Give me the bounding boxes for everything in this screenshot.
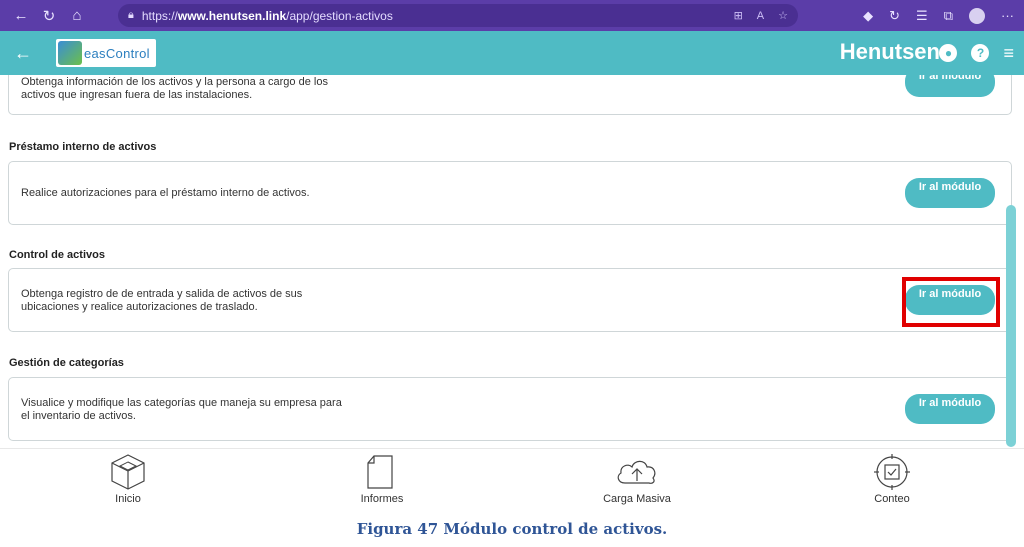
back-icon[interactable]: ←: [10, 5, 32, 27]
browser-actions: ◆ ↻ ☰ ⧉ ···: [863, 4, 1014, 27]
app-header: ← easControl Henutsen ● ? ≡: [0, 31, 1024, 75]
help-icon[interactable]: ?: [971, 44, 990, 62]
tab-carga-masiva[interactable]: Carga Masiva: [577, 453, 697, 505]
address-icons: ⊞ A ☆: [734, 4, 788, 27]
menu-icon[interactable]: ≡: [1003, 43, 1014, 64]
cloud-upload-icon: [617, 460, 656, 484]
more-menu-icon[interactable]: ···: [1001, 8, 1014, 23]
measc-logo: easControl: [56, 39, 156, 67]
section-title-prestamo: Préstamo interno de activos: [9, 141, 157, 153]
profile-avatar[interactable]: [969, 7, 985, 24]
header-icons: ● ? ≡: [939, 31, 1014, 75]
go-to-module-button[interactable]: Ir al módulo: [905, 178, 995, 208]
bottom-tab-bar: Inicio Informes Carga Masiva Conteo: [0, 448, 1024, 512]
tab-label: Conteo: [874, 493, 910, 505]
url-host: www.henutsen.link: [177, 8, 287, 23]
lock-icon: 🔒︎: [128, 9, 134, 21]
app-back-icon[interactable]: ←: [14, 43, 34, 64]
user-icon[interactable]: ●: [939, 44, 958, 62]
highlight-box: [902, 277, 1000, 327]
document-icon: [367, 455, 393, 489]
favorites-icon[interactable]: ☰: [916, 8, 928, 24]
logo-text: easControl: [84, 45, 150, 61]
target-check-icon: [874, 454, 910, 490]
tab-label: Informes: [360, 493, 404, 505]
module-description: Obtenga registro de de entrada y salida …: [21, 288, 303, 313]
url-prefix: https://: [141, 8, 178, 23]
collections-icon[interactable]: ⧉: [944, 8, 953, 24]
module-card-prestamo: Realice autorizaciones para el préstamo …: [8, 161, 1012, 225]
cube-icon: [111, 454, 145, 490]
tab-label: Carga Masiva: [603, 493, 671, 505]
module-card-control: Obtenga registro de de entrada y salida …: [8, 268, 1012, 332]
browser-nav: ← ↻ ⌂: [10, 5, 88, 27]
module-description: Realice autorizaciones para el préstamo …: [21, 187, 310, 199]
refresh-icon[interactable]: ↻: [38, 5, 60, 27]
section-title-categorias: Gestión de categorías: [9, 357, 124, 369]
home-icon[interactable]: ⌂: [66, 5, 88, 27]
extension-icon[interactable]: ◆: [863, 8, 873, 24]
scrollbar[interactable]: [1006, 205, 1016, 447]
module-description: Obtenga información de los activos y la …: [21, 76, 328, 101]
module-description: Visualice y modifique las categorías que…: [21, 397, 342, 422]
url-path: /app/gestion-activos: [286, 8, 393, 23]
section-title-control: Control de activos: [9, 249, 105, 261]
go-to-module-button[interactable]: Ir al módulo: [905, 75, 995, 97]
module-list: Obtenga información de los activos y la …: [0, 75, 1024, 448]
favorite-star-icon[interactable]: ☆: [778, 9, 788, 22]
module-card-external: Obtenga información de los activos y la …: [8, 75, 1012, 115]
tab-inicio[interactable]: Inicio: [68, 453, 188, 505]
logo-mark-icon: [58, 41, 82, 65]
read-aloud-icon[interactable]: A: [757, 10, 764, 22]
brand-name: Henutsen: [839, 39, 940, 64]
tab-informes[interactable]: Informes: [322, 453, 442, 505]
address-bar[interactable]: 🔒︎ https:// www.henutsen.link /app/gesti…: [118, 4, 798, 27]
tab-conteo[interactable]: Conteo: [832, 453, 952, 505]
figure-caption: Figura 47 Módulo control de activos.: [356, 520, 668, 538]
sync-icon[interactable]: ↻: [889, 8, 900, 24]
browser-toolbar: ← ↻ ⌂ 🔒︎ https:// www.henutsen.link /app…: [0, 0, 1024, 31]
module-card-categorias: Visualice y modifique las categorías que…: [8, 377, 1012, 441]
tab-label: Inicio: [115, 493, 141, 505]
go-to-module-button[interactable]: Ir al módulo: [905, 394, 995, 424]
grid-icon[interactable]: ⊞: [734, 9, 743, 22]
